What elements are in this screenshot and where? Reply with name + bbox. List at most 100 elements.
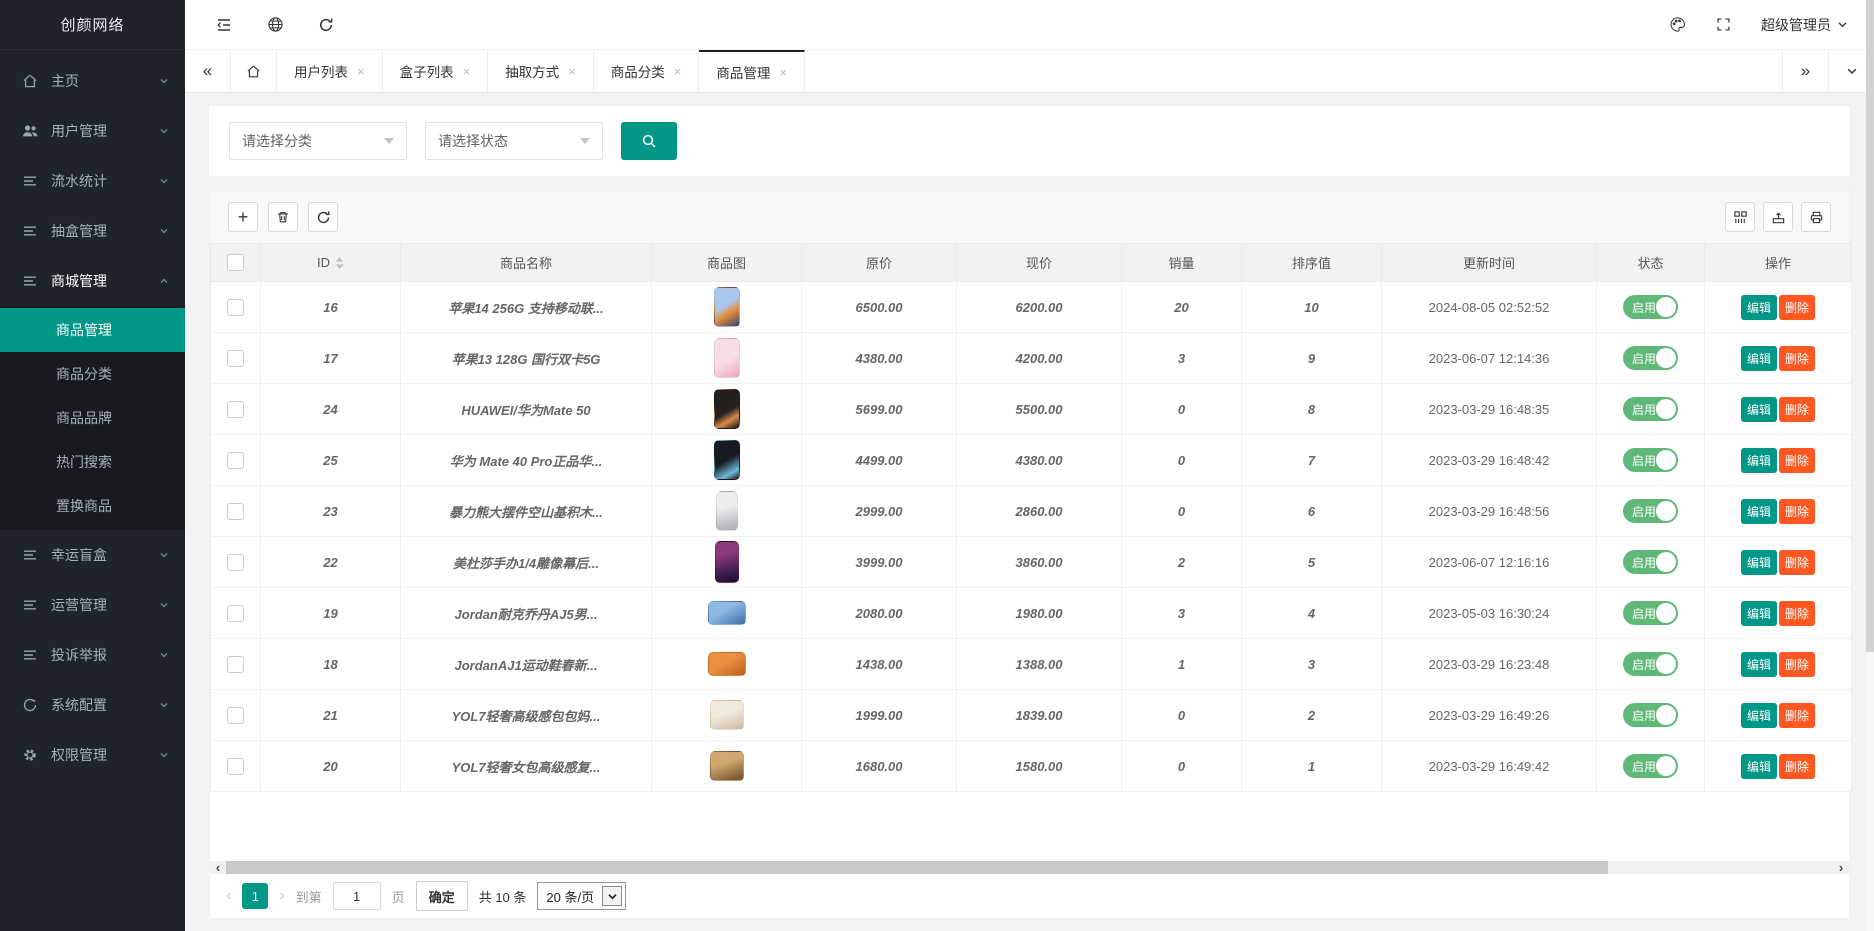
delete-button[interactable]: 删除 <box>1779 601 1815 626</box>
edit-button[interactable]: 编辑 <box>1741 397 1777 422</box>
select-all-checkbox[interactable] <box>227 254 244 271</box>
tab-draw-method[interactable]: 抽取方式× <box>488 50 594 92</box>
tab-product-category[interactable]: 商品分类× <box>594 50 700 92</box>
goto-page-input[interactable] <box>333 882 381 910</box>
delete-button[interactable]: 删除 <box>1779 499 1815 524</box>
tab-user-list[interactable]: 用户列表× <box>277 50 383 92</box>
sidebar-item-permissions[interactable]: 权限管理 <box>0 730 185 780</box>
row-checkbox[interactable] <box>227 350 244 367</box>
close-icon[interactable]: × <box>568 64 576 79</box>
submenu-item-product-management[interactable]: 商品管理 <box>0 308 185 352</box>
confirm-button[interactable]: 确定 <box>416 881 468 911</box>
tabs-scroll-left-button[interactable]: « <box>185 50 231 92</box>
collapse-sidebar-icon[interactable] <box>215 17 233 33</box>
user-menu[interactable]: 超级管理员 <box>1761 15 1848 35</box>
close-icon[interactable]: × <box>463 64 471 79</box>
edit-button[interactable]: 编辑 <box>1741 652 1777 677</box>
export-button[interactable] <box>1763 202 1793 232</box>
sidebar-item-mall-management[interactable]: 商城管理 <box>0 256 185 306</box>
batch-delete-button[interactable] <box>268 202 298 232</box>
edit-button[interactable]: 编辑 <box>1741 703 1777 728</box>
sidebar-item-operations[interactable]: 运营管理 <box>0 580 185 630</box>
delete-button[interactable]: 删除 <box>1779 346 1815 371</box>
delete-button[interactable]: 删除 <box>1779 397 1815 422</box>
scroll-right-icon[interactable]: › <box>1833 861 1849 874</box>
home-icon <box>22 73 39 90</box>
category-select[interactable]: 请选择分类 <box>229 122 407 160</box>
cell-updated: 2023-05-03 16:30:24 <box>1382 588 1597 639</box>
row-checkbox[interactable] <box>227 758 244 775</box>
delete-button[interactable]: 删除 <box>1779 295 1815 320</box>
close-icon[interactable]: × <box>357 64 365 79</box>
tab-product-management[interactable]: 商品管理× <box>699 50 805 92</box>
submenu-item-product-category[interactable]: 商品分类 <box>0 352 185 396</box>
delete-button[interactable]: 删除 <box>1779 652 1815 677</box>
sidebar-item-users[interactable]: 用户管理 <box>0 106 185 156</box>
status-toggle[interactable]: 启用 <box>1623 346 1678 370</box>
column-config-button[interactable] <box>1725 202 1755 232</box>
sidebar-item-system-config[interactable]: 系统配置 <box>0 680 185 730</box>
delete-button[interactable]: 删除 <box>1779 754 1815 779</box>
status-toggle[interactable]: 启用 <box>1623 652 1678 676</box>
print-button[interactable] <box>1801 202 1831 232</box>
language-globe-icon[interactable] <box>267 16 284 33</box>
row-checkbox[interactable] <box>227 503 244 520</box>
scroll-left-icon[interactable]: ‹ <box>210 861 226 874</box>
tab-home[interactable] <box>231 50 277 92</box>
sidebar-item-box-management[interactable]: 抽盒管理 <box>0 206 185 256</box>
edit-button[interactable]: 编辑 <box>1741 499 1777 524</box>
row-checkbox[interactable] <box>227 605 244 622</box>
sort-icon[interactable] <box>335 257 344 269</box>
next-page-icon[interactable]: › <box>279 887 284 905</box>
refresh-icon[interactable] <box>318 17 334 33</box>
sidebar-item-home[interactable]: 主页 <box>0 56 185 106</box>
status-toggle[interactable]: 启用 <box>1623 397 1678 421</box>
add-button[interactable]: + <box>228 202 258 232</box>
status-toggle[interactable]: 启用 <box>1623 601 1678 625</box>
tab-box-list[interactable]: 盒子列表× <box>383 50 489 92</box>
status-toggle[interactable]: 启用 <box>1623 295 1678 319</box>
edit-button[interactable]: 编辑 <box>1741 754 1777 779</box>
delete-button[interactable]: 删除 <box>1779 550 1815 575</box>
scrollbar-thumb[interactable] <box>226 861 1608 874</box>
row-checkbox[interactable] <box>227 656 244 673</box>
row-checkbox[interactable] <box>227 401 244 418</box>
submenu-item-hot-search[interactable]: 热门搜索 <box>0 440 185 484</box>
delete-button[interactable]: 删除 <box>1779 448 1815 473</box>
row-checkbox[interactable] <box>227 554 244 571</box>
horizontal-scrollbar[interactable]: ‹ › <box>210 861 1849 874</box>
sidebar-item-lucky-box[interactable]: 幸运盲盒 <box>0 530 185 580</box>
fullscreen-icon[interactable] <box>1716 17 1731 32</box>
status-toggle[interactable]: 启用 <box>1623 499 1678 523</box>
row-checkbox[interactable] <box>227 299 244 316</box>
sidebar-item-complaints[interactable]: 投诉举报 <box>0 630 185 680</box>
row-checkbox[interactable] <box>227 707 244 724</box>
submenu-item-exchange-product[interactable]: 置换商品 <box>0 484 185 528</box>
vertical-scrollbar[interactable] <box>1866 0 1874 931</box>
status-toggle[interactable]: 启用 <box>1623 550 1678 574</box>
search-button[interactable] <box>621 122 677 160</box>
delete-button[interactable]: 删除 <box>1779 703 1815 728</box>
status-toggle[interactable]: 启用 <box>1623 448 1678 472</box>
close-icon[interactable]: × <box>674 64 682 79</box>
scrollbar-track[interactable] <box>226 861 1833 874</box>
scrollbar-thumb[interactable] <box>1866 0 1874 652</box>
status-toggle[interactable]: 启用 <box>1623 703 1678 727</box>
row-checkbox[interactable] <box>227 452 244 469</box>
tabs-scroll-right-button[interactable]: » <box>1782 50 1828 92</box>
sidebar-item-flow-stats[interactable]: 流水统计 <box>0 156 185 206</box>
prev-page-icon[interactable]: ‹ <box>226 887 231 905</box>
reload-button[interactable] <box>308 202 338 232</box>
edit-button[interactable]: 编辑 <box>1741 601 1777 626</box>
edit-button[interactable]: 编辑 <box>1741 550 1777 575</box>
theme-palette-icon[interactable] <box>1669 16 1686 33</box>
submenu-item-product-brand[interactable]: 商品品牌 <box>0 396 185 440</box>
current-page-button[interactable]: 1 <box>242 883 268 909</box>
close-icon[interactable]: × <box>779 65 787 80</box>
edit-button[interactable]: 编辑 <box>1741 295 1777 320</box>
page-size-select[interactable]: 20 条/页 <box>537 882 626 910</box>
status-toggle[interactable]: 启用 <box>1623 754 1678 778</box>
edit-button[interactable]: 编辑 <box>1741 448 1777 473</box>
edit-button[interactable]: 编辑 <box>1741 346 1777 371</box>
status-select[interactable]: 请选择状态 <box>425 122 603 160</box>
